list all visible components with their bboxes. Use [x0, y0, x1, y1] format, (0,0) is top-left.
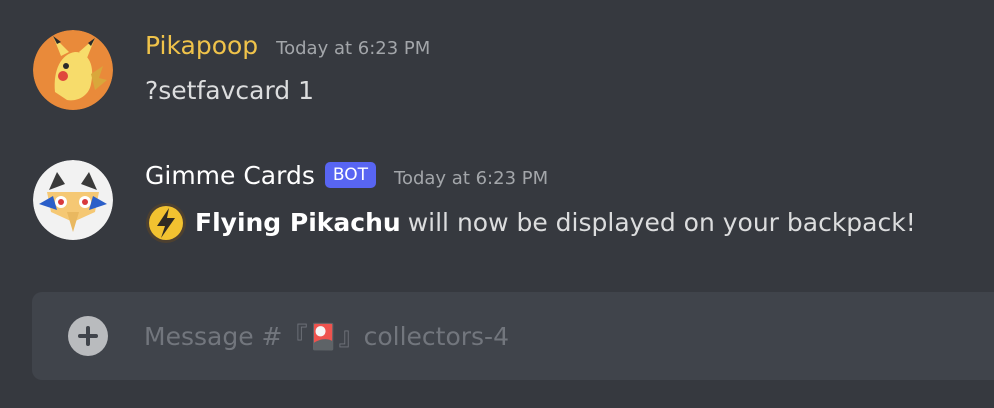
message-text: will now be displayed on your backpack!	[407, 208, 916, 237]
message-header: Pikapoop Today at 6:23 PM	[145, 28, 430, 64]
message-content: ?setfavcard 1	[145, 72, 314, 110]
plus-circle-icon[interactable]	[68, 316, 108, 356]
message-content: Flying Pikachu will now be displayed on …	[145, 202, 916, 244]
message-composer	[32, 292, 994, 380]
timestamp: Today at 6:23 PM	[276, 38, 431, 59]
message-header: Gimme Cards BOT Today at 6:23 PM	[145, 158, 548, 194]
gimme-cards-bot-avatar-icon[interactable]	[33, 160, 113, 240]
message-input[interactable]	[144, 314, 984, 358]
timestamp: Today at 6:23 PM	[394, 168, 549, 189]
message-text: ?setfavcard 1	[145, 76, 315, 105]
username[interactable]: Gimme Cards	[145, 158, 315, 194]
pikachu-avatar-icon[interactable]	[33, 30, 113, 110]
bot-badge: BOT	[324, 162, 377, 188]
card-name: Flying Pikachu	[195, 208, 401, 237]
chat-messages-area: Pikapoop Today at 6:23 PM ?setfavcard 1	[0, 0, 994, 408]
username[interactable]: Pikapoop	[145, 28, 258, 64]
lightning-badge-icon	[145, 202, 187, 244]
